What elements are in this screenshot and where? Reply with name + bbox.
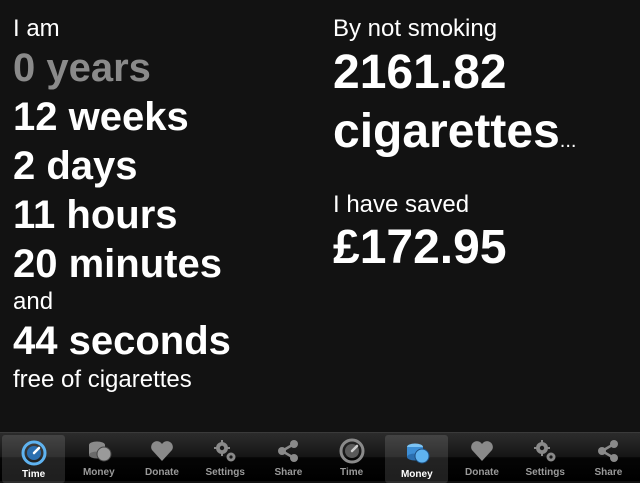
years-value: 0 years <box>13 46 151 90</box>
gears-icon <box>214 440 236 462</box>
tab-settings[interactable]: Settings <box>514 433 577 481</box>
clock-icon <box>21 440 47 466</box>
tab-time-label: Time <box>22 469 46 480</box>
tab-time-label: Time <box>340 467 364 478</box>
tab-money-label: Money <box>400 469 433 480</box>
tab-settings-label: Settings <box>205 467 245 478</box>
tab-money-label: Money <box>82 467 115 478</box>
money-intro: By not smoking <box>333 15 498 42</box>
heart-icon <box>151 441 173 461</box>
screen: I am 0 years 12 weeks 2 days 11 hours 20… <box>0 0 640 483</box>
cigarettes-line: cigarettes... <box>333 108 576 156</box>
tab-time[interactable]: Time <box>2 435 66 483</box>
coins-icon <box>406 443 430 464</box>
weeks-value: 12 weeks <box>13 95 189 139</box>
tab-donate[interactable]: Donate <box>450 433 513 481</box>
tab-settings[interactable]: Settings <box>194 433 257 481</box>
seconds-value: 44 seconds <box>13 319 231 363</box>
tab-bar-left: Time Money Donate Settings Share <box>0 432 320 483</box>
heart-icon <box>471 441 493 461</box>
coins-icon <box>88 441 112 462</box>
cigarettes-word: cigarettes <box>333 105 560 158</box>
days-value: 2 days <box>13 144 138 188</box>
tab-bar-right: Time Money Donate Settings Share <box>320 432 640 483</box>
minutes-value: 20 minutes <box>13 242 222 286</box>
tab-share[interactable]: Share <box>257 433 320 481</box>
tab-money[interactable]: Money <box>67 433 130 481</box>
clock-icon <box>339 438 365 464</box>
tab-money[interactable]: Money <box>385 435 449 483</box>
share-icon <box>278 440 299 462</box>
tab-share[interactable]: Share <box>577 433 640 481</box>
hours-value: 11 hours <box>13 193 178 237</box>
tab-time[interactable]: Time <box>320 433 383 481</box>
ellipsis: ... <box>559 130 577 152</box>
money-panel: By not smoking 2161.82 cigarettes... I h… <box>320 0 640 432</box>
tab-donate-label: Donate <box>145 467 179 478</box>
saved-label: I have saved <box>333 191 470 218</box>
tab-settings-label: Settings <box>525 467 565 478</box>
saved-amount: £172.95 <box>333 221 507 274</box>
tab-donate[interactable]: Donate <box>130 433 193 481</box>
time-panel: I am 0 years 12 weeks 2 days 11 hours 20… <box>0 0 320 432</box>
tab-share-label: Share <box>594 467 623 478</box>
share-icon <box>598 440 619 462</box>
tab-donate-label: Donate <box>465 467 499 478</box>
gears-icon <box>534 440 556 462</box>
tab-share-label: Share <box>274 467 303 478</box>
time-outro: free of cigarettes <box>13 366 192 393</box>
cigarettes-count: 2161.82 <box>333 46 507 99</box>
time-intro: I am <box>13 15 60 42</box>
and-label: and <box>13 288 54 315</box>
